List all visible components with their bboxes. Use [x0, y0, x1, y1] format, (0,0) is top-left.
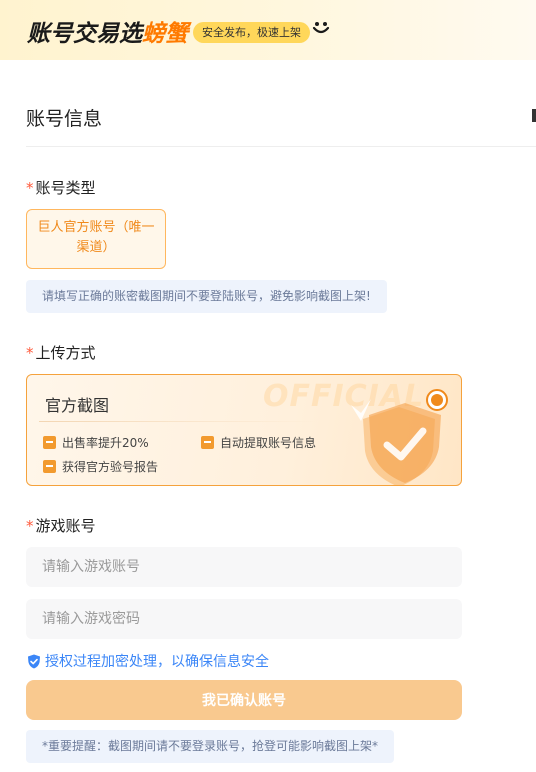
account-type-label-text: 账号类型: [35, 179, 96, 197]
account-type-option-label: 巨人官方账号（唯一渠道）: [37, 220, 155, 255]
required-mark: *: [26, 344, 34, 362]
account-type-option-official[interactable]: 巨人官方账号（唯一渠道）: [26, 209, 166, 269]
account-type-tip: 请填写正确的账密截图期间不要登陆账号，避免影响截图上架!: [26, 280, 387, 313]
section-title: 账号信息: [26, 108, 103, 130]
shield-icon: [28, 654, 40, 668]
card-divider: [39, 421, 317, 422]
game-account-input[interactable]: [26, 547, 462, 587]
upload-method-label: * 上传方式: [26, 342, 96, 363]
feature-verify-report: 获得官方验号报告: [43, 458, 158, 475]
upload-method-label-text: 上传方式: [35, 344, 96, 362]
required-mark: *: [26, 179, 34, 197]
feature-auto-extract: 自动提取账号信息: [201, 434, 316, 451]
top-banner: 账号交易选螃蟹 安全发布，极速上架: [0, 0, 536, 60]
feature-text: 获得官方验号报告: [62, 460, 159, 474]
chart-up-icon: [43, 436, 56, 449]
radio-selected[interactable]: [426, 389, 448, 411]
slogan-badge: 安全发布，极速上架: [193, 22, 310, 43]
upload-option-official-screenshot[interactable]: OFFICIAL 官方截图 出售率提升20% 自动提取账号信息 获得官方验号报告: [26, 374, 462, 486]
game-account-label: * 游戏账号: [26, 515, 96, 536]
brand-logo: 账号交易选螃蟹: [27, 14, 188, 48]
footer-tip: *重要提醒：截图期间请不要登录账号，抢登可能影响截图上架*: [26, 730, 395, 763]
confirm-account-button[interactable]: 我已确认账号: [26, 680, 462, 720]
report-icon: [43, 460, 56, 473]
feature-sales-rate: 出售率提升20%: [43, 434, 149, 451]
account-type-label: * 账号类型: [26, 177, 96, 198]
smile-icon: [312, 22, 330, 34]
feature-text: 出售率提升20%: [62, 436, 149, 450]
required-mark: *: [26, 517, 34, 535]
security-note: 授权过程加密处理，以确保信息安全: [27, 651, 269, 671]
feature-text: 自动提取账号信息: [220, 436, 317, 450]
game-password-input[interactable]: [26, 599, 462, 639]
game-account-label-text: 游戏账号: [35, 517, 96, 535]
security-note-text: 授权过程加密处理，以确保信息安全: [45, 654, 269, 670]
edge-glyph: [532, 109, 536, 122]
brand-accent-text: 螃蟹: [142, 21, 188, 47]
brand-text: 账号交易选: [27, 21, 142, 47]
image-extract-icon: [201, 436, 214, 449]
radio-dot: [431, 394, 443, 406]
divider: [26, 146, 536, 147]
upload-option-title: 官方截图: [45, 396, 110, 415]
